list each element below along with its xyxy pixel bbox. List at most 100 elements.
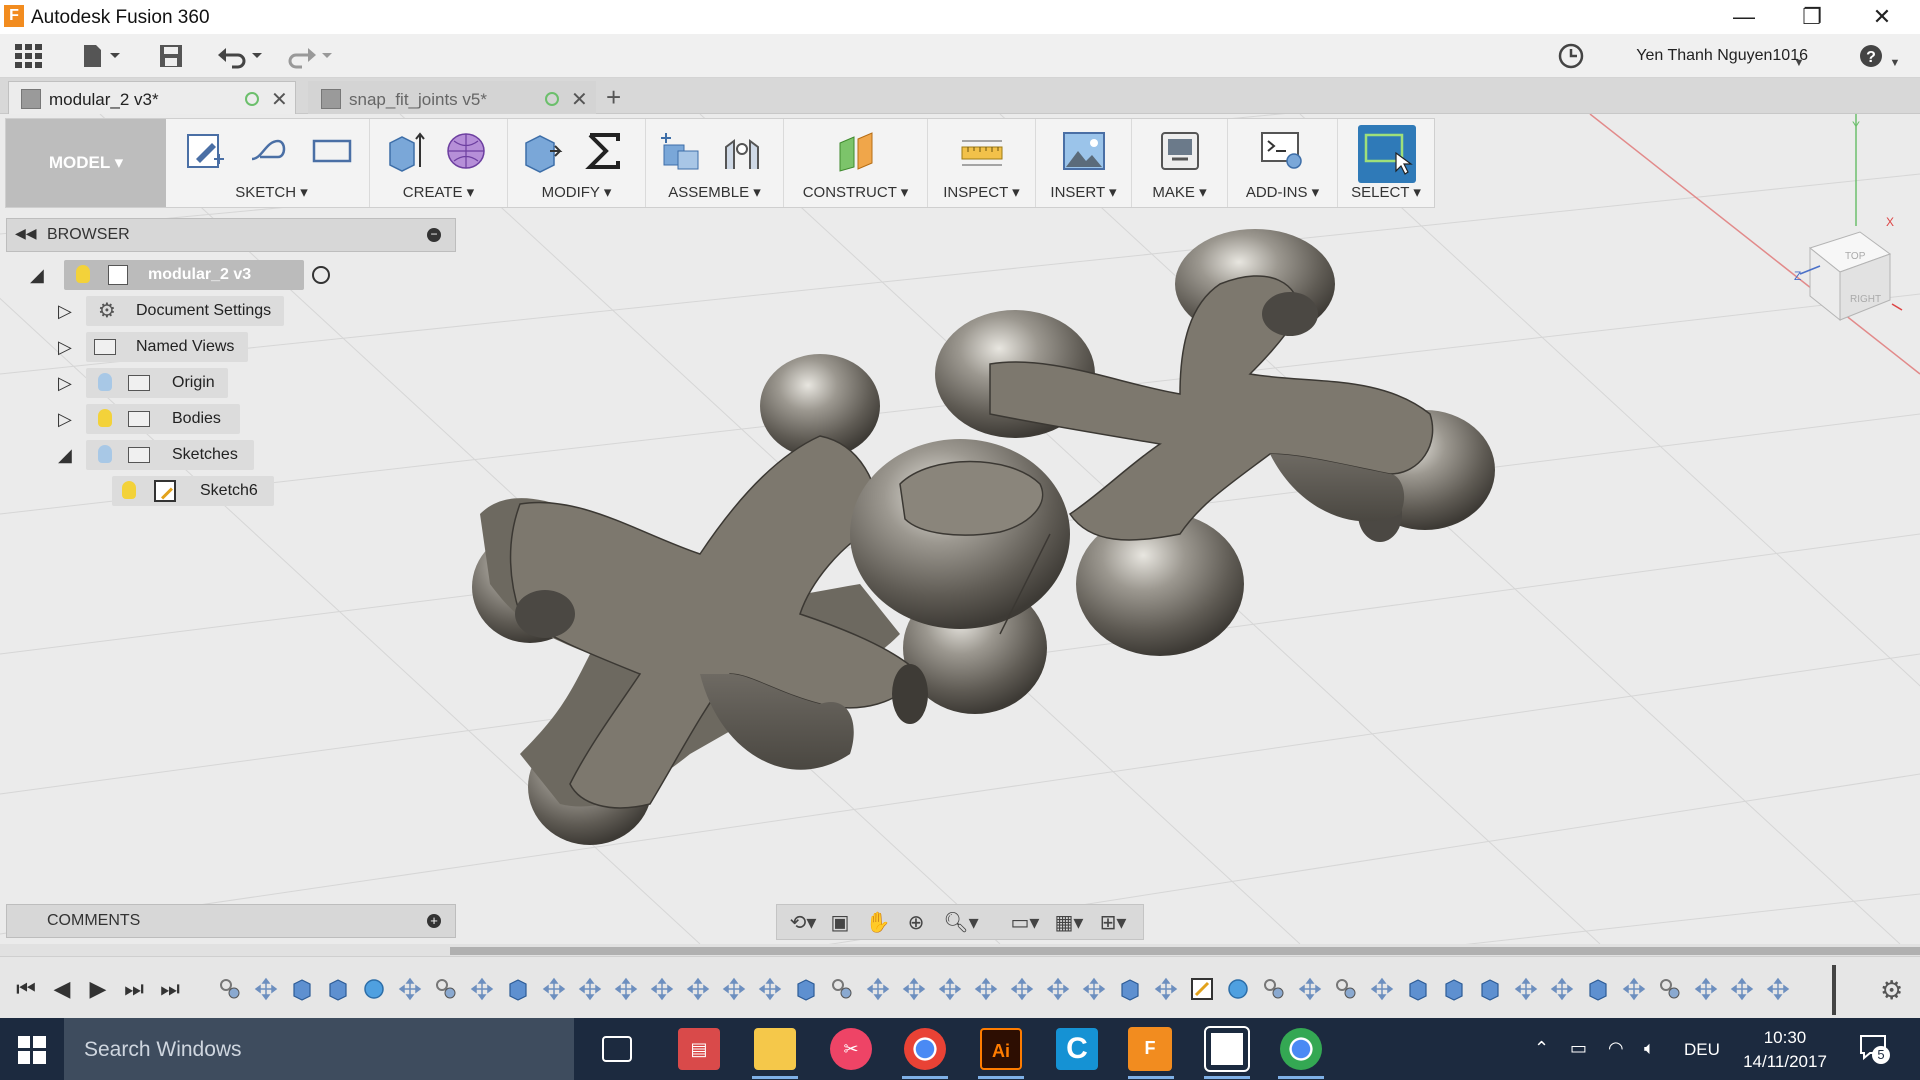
comments-panel-header[interactable]: COMMENTS + [6, 904, 456, 938]
parameters-sigma-icon[interactable] [582, 129, 626, 173]
move-feature-icon[interactable] [1010, 977, 1034, 1001]
app-box-icon[interactable] [1204, 1026, 1250, 1072]
visibility-bulb-icon[interactable] [98, 445, 112, 463]
joint-feature-icon[interactable] [830, 977, 854, 1001]
input-language[interactable]: DEU [1684, 1040, 1720, 1060]
scrollbar-thumb[interactable] [450, 947, 1920, 955]
extrude-feature-icon[interactable] [1478, 977, 1502, 1001]
browser-minimize-icon[interactable]: − [427, 228, 441, 242]
battery-icon[interactable]: ▭ [1570, 1038, 1587, 1059]
fusion-360-taskbar-icon[interactable]: F [1128, 1027, 1172, 1071]
expand-toggle-icon[interactable]: ▷ [58, 409, 72, 430]
pan-hand-icon[interactable]: ✋ [865, 911, 891, 935]
extrude-feature-icon[interactable] [506, 977, 530, 1001]
move-feature-icon[interactable] [1082, 977, 1106, 1001]
timeline-marker[interactable] [1832, 965, 1836, 1015]
3d-print-icon[interactable] [1158, 129, 1202, 173]
chrome-icon[interactable] [904, 1028, 946, 1070]
measure-ruler-icon[interactable] [960, 129, 1004, 173]
joint-icon[interactable] [720, 129, 764, 173]
move-feature-icon[interactable] [1046, 977, 1070, 1001]
move-feature-icon[interactable] [686, 977, 710, 1001]
undo-icon[interactable] [216, 43, 266, 69]
user-dropdown-chevron-icon[interactable]: ▼ [1792, 46, 1806, 72]
tree-chip[interactable]: Bodies [86, 404, 240, 434]
move-feature-icon[interactable] [866, 977, 890, 1001]
show-hidden-icons-chevron-icon[interactable]: ⌃ [1534, 1038, 1549, 1059]
move-feature-icon[interactable] [1514, 977, 1538, 1001]
move-feature-icon[interactable] [614, 977, 638, 1001]
inspect-group[interactable]: INSPECT ▾ [928, 119, 1036, 207]
illustrator-icon[interactable]: Ai [980, 1028, 1022, 1070]
help-dropdown-chevron-icon[interactable]: ▼ [1888, 46, 1902, 72]
browser-panel-header[interactable]: ◀◀ BROWSER − [6, 218, 456, 252]
extrude-icon[interactable] [382, 129, 426, 173]
restore-button[interactable]: ❐ [1782, 0, 1842, 34]
move-feature-icon[interactable] [1730, 977, 1754, 1001]
move-feature-icon[interactable] [1550, 977, 1574, 1001]
step-forward-icon[interactable]: ⏭ [120, 975, 148, 1003]
move-feature-icon[interactable] [1298, 977, 1322, 1001]
tree-item-named-views[interactable]: ▷ Named Views [58, 332, 298, 362]
redo-icon[interactable] [282, 43, 332, 69]
close-tab-icon[interactable]: ✕ [271, 87, 288, 112]
visibility-bulb-icon[interactable] [98, 409, 112, 427]
go-to-end-icon[interactable]: ⏭ [156, 975, 184, 1003]
select-tool-icon[interactable] [1358, 125, 1416, 183]
sphere-feature-icon[interactable] [362, 977, 386, 1001]
extrude-feature-icon[interactable] [1118, 977, 1142, 1001]
expand-toggle-icon[interactable]: ▷ [58, 373, 72, 394]
joint-feature-icon[interactable] [1262, 977, 1286, 1001]
line-tool-icon[interactable] [246, 129, 290, 173]
root-node[interactable]: modular_2 v3 [64, 260, 304, 290]
joint-feature-icon[interactable] [1658, 977, 1682, 1001]
joint-feature-icon[interactable] [434, 977, 458, 1001]
viewcube[interactable]: TOP RIGHT Y Z X [1794, 114, 1903, 322]
action-center-icon[interactable]: 5 [1858, 1032, 1890, 1064]
add-ins-group[interactable]: ADD-INS ▾ [1228, 119, 1338, 207]
collapse-toggle-icon[interactable]: ◢ [58, 445, 72, 466]
file-explorer-icon[interactable] [754, 1028, 796, 1070]
tree-chip[interactable]: Sketch6 [112, 476, 274, 506]
new-tab-button[interactable]: + [606, 82, 621, 113]
extrude-feature-icon[interactable] [1586, 977, 1610, 1001]
data-panel-grid-icon[interactable] [14, 43, 44, 69]
joint-feature-icon[interactable] [1334, 977, 1358, 1001]
move-feature-icon[interactable] [974, 977, 998, 1001]
press-pull-icon[interactable] [520, 129, 564, 173]
visibility-bulb-icon[interactable] [76, 265, 90, 283]
user-account-name[interactable]: Yen Thanh Nguyen1016 [1636, 47, 1808, 65]
play-icon[interactable]: ▶ [84, 975, 112, 1003]
tree-item-sketch6[interactable]: Sketch6 [112, 476, 292, 506]
tree-chip[interactable]: Origin [86, 368, 228, 398]
move-feature-icon[interactable] [578, 977, 602, 1001]
tab-modular-2[interactable]: modular_2 v3* ✕ [8, 81, 296, 114]
modify-group[interactable]: MODIFY ▾ [508, 119, 646, 207]
move-feature-icon[interactable] [650, 977, 674, 1001]
tree-root[interactable]: ◢ modular_2 v3 [30, 260, 330, 290]
visibility-bulb-icon[interactable] [122, 481, 136, 499]
add-comment-icon[interactable]: + [427, 914, 441, 928]
extrude-feature-icon[interactable] [1406, 977, 1430, 1001]
move-feature-icon[interactable] [1622, 977, 1646, 1001]
activate-component-icon[interactable] [312, 266, 330, 284]
move-feature-icon[interactable] [254, 977, 278, 1001]
move-feature-icon[interactable] [902, 977, 926, 1001]
volume-icon[interactable]: 🔈︎ [1644, 1038, 1655, 1059]
create-sketch-icon[interactable] [182, 129, 226, 173]
chrome-icon-2[interactable] [1280, 1028, 1322, 1070]
grid-snaps-icon[interactable]: ▦▾ [1049, 911, 1089, 935]
workspace-switcher[interactable]: MODEL ▾ [6, 119, 166, 207]
create-group[interactable]: CREATE ▾ [370, 119, 508, 207]
sketch-group[interactable]: SKETCH ▾ [174, 119, 370, 207]
orbit-icon[interactable]: ⟲▾ [783, 911, 823, 935]
select-group[interactable]: SELECT ▾ [1338, 119, 1434, 207]
offset-plane-icon[interactable] [834, 129, 878, 173]
extrude-feature-icon[interactable] [1442, 977, 1466, 1001]
construct-group[interactable]: CONSTRUCT ▾ [784, 119, 928, 207]
tree-item-sketches[interactable]: ◢ Sketches [58, 440, 298, 470]
close-tab-icon[interactable]: ✕ [571, 87, 588, 112]
assemble-group[interactable]: ASSEMBLE ▾ [646, 119, 784, 207]
tree-item-bodies[interactable]: ▷ Bodies [58, 404, 298, 434]
file-menu-icon[interactable] [80, 43, 124, 69]
